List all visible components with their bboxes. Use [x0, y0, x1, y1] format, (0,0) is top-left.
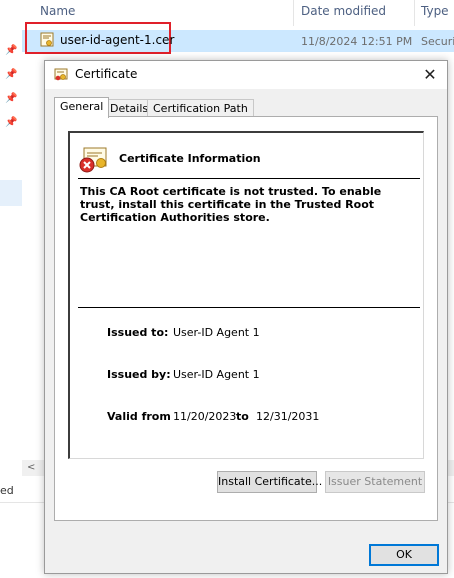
divider	[78, 307, 420, 308]
info-title: Certificate Information	[119, 152, 261, 165]
tab-certification-path[interactable]: Certification Path	[147, 99, 254, 117]
status-bar-text: ed	[0, 484, 14, 497]
issued-by-value: User-ID Agent 1	[173, 368, 260, 381]
trust-warning-message: This CA Root certificate is not trusted.…	[80, 185, 382, 224]
certificate-icon	[54, 68, 68, 81]
divider	[78, 178, 420, 179]
issued-to-label: Issued to:	[107, 326, 169, 339]
column-header-date-modified[interactable]: Date modified	[301, 4, 386, 18]
valid-to-value: 12/31/2031	[256, 410, 320, 423]
close-button[interactable]: ✕	[419, 64, 441, 86]
pin-icon: 📌	[5, 69, 18, 80]
issued-to-value: User-ID Agent 1	[173, 326, 260, 339]
dialog-titlebar[interactable]: Certificate ✕	[45, 61, 447, 89]
scroll-left-icon[interactable]: <	[27, 462, 35, 473]
column-header-type[interactable]: Type	[421, 4, 449, 18]
column-header-name[interactable]: Name	[40, 4, 75, 18]
issued-by-label: Issued by:	[107, 368, 171, 381]
valid-from-value: 11/20/2023	[173, 410, 237, 423]
file-type: Securi	[421, 35, 454, 48]
navigation-pane-selected-item[interactable]	[0, 180, 22, 206]
column-divider[interactable]	[414, 0, 415, 26]
pin-icon: 📌	[5, 117, 18, 128]
install-certificate-button[interactable]: Install Certificate...	[217, 471, 322, 493]
certificate-icon	[40, 32, 54, 47]
issuer-statement-button[interactable]: Issuer Statement	[325, 471, 425, 493]
valid-to-label: to	[236, 410, 249, 423]
certificate-information-box: Certificate Information This CA Root cer…	[68, 131, 424, 459]
pin-icon: 📌	[5, 93, 18, 104]
error-icon	[79, 147, 107, 173]
file-date-modified: 11/8/2024 12:51 PM	[301, 35, 413, 48]
column-divider[interactable]	[293, 0, 294, 26]
pin-icon: 📌	[5, 45, 18, 56]
certificate-dialog: Certificate ✕ General Details Certificat…	[44, 60, 448, 574]
tab-general[interactable]: General	[54, 97, 110, 118]
valid-from-label: Valid from	[107, 410, 171, 423]
ok-button[interactable]: OK	[369, 544, 439, 566]
dialog-title: Certificate	[75, 67, 138, 81]
file-name[interactable]: user-id-agent-1.cer	[60, 33, 174, 47]
